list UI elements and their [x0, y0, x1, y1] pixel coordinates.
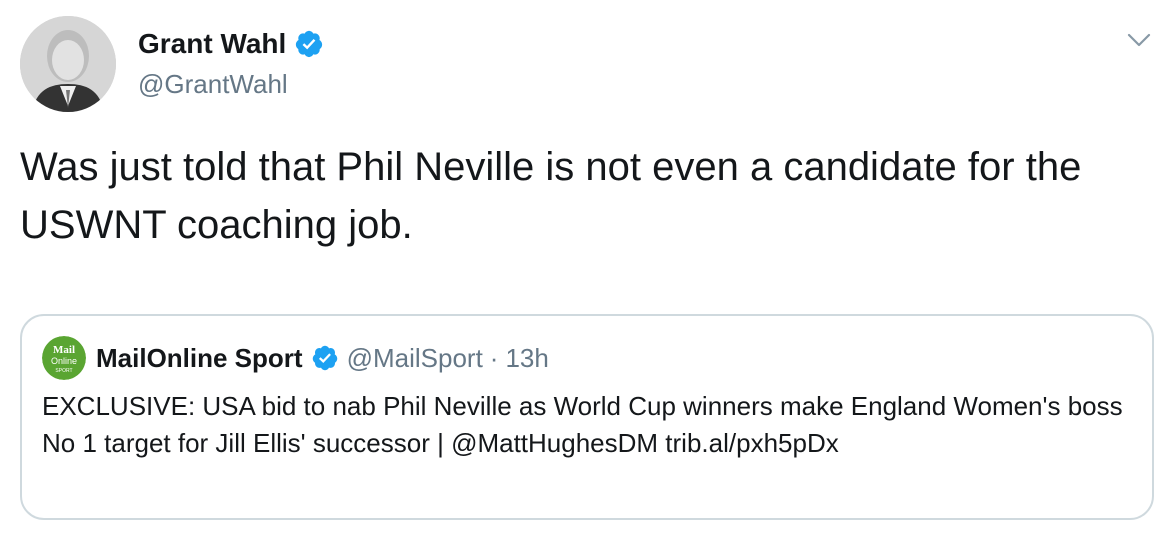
- quoted-author-name: MailOnline Sport: [96, 342, 303, 373]
- author-handle[interactable]: @GrantWahl: [138, 68, 288, 100]
- quoted-tweet-text: EXCLUSIVE: USA bid to nab Phil Neville a…: [42, 391, 1123, 458]
- quoted-tweet-header: Mail Online SPORT MailOnline Sport @Mail…: [42, 336, 549, 380]
- author-avatar[interactable]: [20, 16, 116, 112]
- chevron-down-icon: [1127, 33, 1151, 47]
- author-name-row[interactable]: Grant Wahl: [138, 26, 324, 62]
- verified-badge-icon: [312, 345, 337, 371]
- mailonline-logo-icon: Mail Online SPORT: [42, 336, 86, 380]
- quoted-author-handle: @MailSport: [346, 342, 483, 373]
- author-avatar-image: [20, 16, 116, 112]
- author-display-name[interactable]: Grant Wahl: [138, 26, 286, 62]
- quoted-tweet-card[interactable]: Mail Online SPORT MailOnline Sport @Mail…: [20, 314, 1154, 520]
- svg-text:Mail: Mail: [53, 344, 75, 356]
- quoted-timestamp[interactable]: 13h: [505, 343, 548, 374]
- svg-text:Online: Online: [51, 356, 77, 366]
- tweet-text: Was just told that Phil Neville is not e…: [20, 145, 1082, 247]
- verified-badge-icon: [296, 30, 323, 58]
- quoted-author-avatar: Mail Online SPORT: [42, 336, 86, 380]
- dot-separator: ·: [489, 342, 499, 373]
- more-options-button[interactable]: [1124, 28, 1154, 52]
- svg-text:SPORT: SPORT: [55, 368, 72, 374]
